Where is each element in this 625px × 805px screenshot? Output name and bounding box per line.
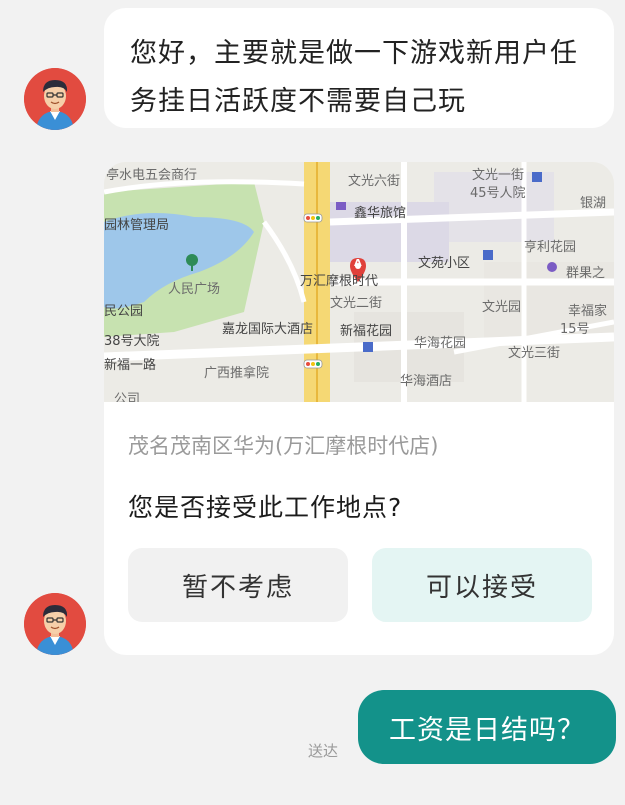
map-label: 文光六街 <box>348 174 401 189</box>
location-question: 您是否接受此工作地点? <box>128 493 403 522</box>
map-pin-label: A <box>354 258 362 269</box>
location-card: 亭水电五会商行 文光六街 文光一街 45号人院 银湖 园林管理局 鑫华旅馆 人民… <box>104 162 614 655</box>
agent-avatar[interactable] <box>24 593 86 655</box>
map-label: 广西推拿院 <box>204 366 270 381</box>
map-label: 新福一路 <box>104 358 157 373</box>
incoming-message-text: 您好，主要就是做一下游戏新用户任务挂日活跃度不需要自己玩 <box>130 38 578 117</box>
map-label: 万汇摩根时代 <box>300 274 379 289</box>
map-label: 华海花园 <box>414 336 467 351</box>
map-label: 民公园 <box>104 304 144 319</box>
accept-location-button[interactable]: 可以接受 <box>372 548 592 622</box>
map-label: 新福花园 <box>340 324 393 339</box>
map-label: 文光园 <box>482 300 522 315</box>
map-label: 文光一街 <box>472 168 525 183</box>
map-label: 嘉龙国际大酒店 <box>222 322 314 337</box>
map-label: 公司 <box>114 392 141 402</box>
map-label: 人民广场 <box>168 282 221 297</box>
incoming-message-bubble: 您好，主要就是做一下游戏新用户任务挂日活跃度不需要自己玩 <box>104 8 614 128</box>
location-map[interactable]: 亭水电五会商行 文光六街 文光一街 45号人院 银湖 园林管理局 鑫华旅馆 人民… <box>104 162 614 402</box>
message-sent-status: 送达 <box>308 742 339 760</box>
map-label: 38号大院 <box>104 334 160 349</box>
map-label: 群果之 <box>566 266 606 281</box>
outgoing-message-text: 工资是日结吗？ <box>389 714 585 746</box>
map-label: 文苑小区 <box>418 256 471 271</box>
map-label: 文光三街 <box>508 346 561 361</box>
map-label: 鑫华旅馆 <box>354 206 407 221</box>
map-label: 文光二街 <box>330 296 383 311</box>
map-label: 幸福家 <box>568 304 608 319</box>
map-label: 华海酒店 <box>400 374 453 389</box>
location-address: 茂名茂南区华为(万汇摩根时代店) <box>128 434 439 458</box>
decline-location-button[interactable]: 暂不考虑 <box>128 548 348 622</box>
map-label: 45号人院 <box>470 186 526 201</box>
map-label: 亭水电五会商行 <box>106 168 198 183</box>
person-avatar-icon <box>24 68 86 130</box>
map-label: 亨利花园 <box>524 240 577 255</box>
map-label: 园林管理局 <box>104 218 170 233</box>
agent-avatar[interactable] <box>24 68 86 130</box>
map-label: 15号 <box>560 322 590 337</box>
map-label: 银湖 <box>580 196 607 211</box>
outgoing-message-bubble: 工资是日结吗？ <box>358 690 616 764</box>
person-avatar-icon <box>24 593 86 655</box>
